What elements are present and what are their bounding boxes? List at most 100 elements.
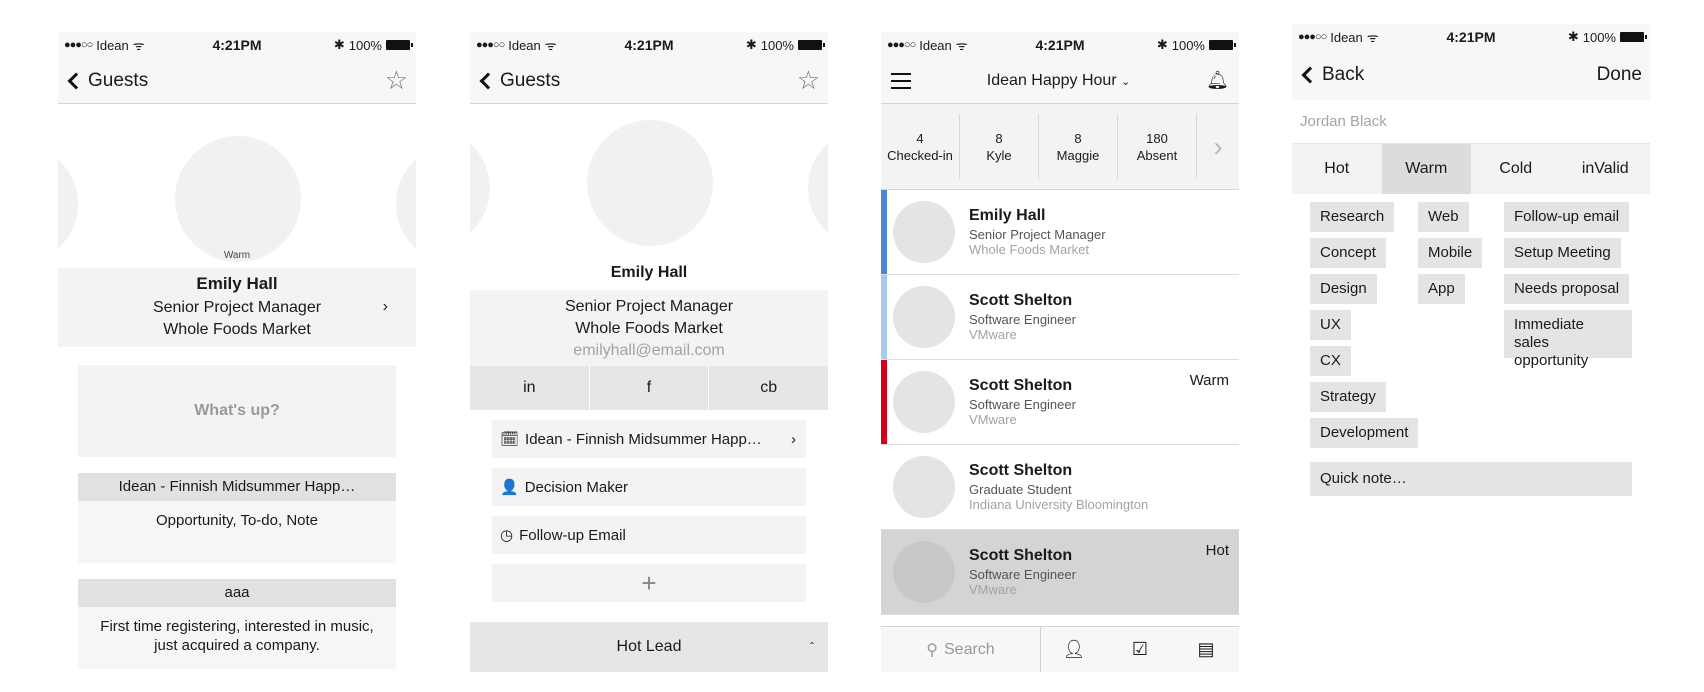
chevron-down-icon: ⌄	[1121, 75, 1131, 88]
contact-name-field[interactable]: Jordan Black	[1292, 100, 1650, 144]
guest-company: VMware	[969, 582, 1017, 597]
whats-up-input[interactable]: What's up?	[78, 365, 396, 457]
event-selector[interactable]: Idean Happy Hour ⌄	[911, 72, 1206, 90]
back-label: Guests	[88, 69, 149, 91]
tag-chip[interactable]: Concept	[1310, 238, 1386, 268]
menu-icon[interactable]	[891, 72, 911, 89]
back-button[interactable]: Guests	[478, 70, 560, 92]
tag-chip[interactable]: Research	[1310, 202, 1395, 232]
tagging-screen: ●●●○○ Idean ᯤ 4:21PM ✱ 100% Back Done Jorda…	[1292, 24, 1650, 684]
chevron-right-icon: ›	[382, 298, 388, 315]
avatar-carousel[interactable]	[470, 104, 828, 280]
tag-chip[interactable]: Design	[1310, 274, 1377, 304]
tab-notes[interactable]: ▤	[1173, 639, 1239, 660]
guest-role: Software Engineer	[969, 312, 1076, 327]
tag-chip[interactable]: Development	[1310, 418, 1419, 448]
tag-chip[interactable]: Needs proposal	[1504, 274, 1630, 304]
star-icon[interactable]: ☆	[385, 65, 408, 96]
guest-email[interactable]: emilyhall@email.com	[470, 340, 828, 362]
tag-chip[interactable]: App	[1418, 274, 1465, 304]
event-row[interactable]: 🗓 Idean - Finnish Midsummer Happ… ›	[492, 420, 806, 458]
temperature-tag: Hot	[1205, 542, 1229, 559]
back-button[interactable]: Guests	[66, 70, 148, 92]
done-button[interactable]: Done	[1597, 64, 1642, 86]
temp-invalid[interactable]: inValid	[1561, 144, 1651, 194]
chevron-right-icon[interactable]: ›	[1197, 104, 1239, 189]
event-title: Idean Happy Hour	[986, 71, 1117, 89]
temperature-segmented-control: Hot Warm Cold inValid	[1292, 144, 1650, 194]
followup-row-label: Follow-up Email	[519, 526, 626, 544]
back-button[interactable]: Back	[1300, 64, 1364, 86]
avatar-next[interactable]	[808, 128, 828, 248]
battery-percent: 100%	[1171, 37, 1205, 53]
quick-note-input[interactable]: Quick note…	[1310, 462, 1632, 496]
tag-chip[interactable]: CX	[1310, 346, 1351, 376]
role-row[interactable]: 👤 Decision Maker	[492, 468, 806, 506]
wifi-icon: ᯤ	[544, 38, 557, 53]
add-item-button[interactable]: +	[492, 564, 806, 602]
guest-company: Whole Foods Market	[163, 321, 311, 338]
followup-row[interactable]: ◷ Follow-up Email	[492, 516, 806, 554]
guest-row[interactable]: Emily Hall Senior Project Manager Whole Fo…	[881, 190, 1239, 275]
facebook-button[interactable]: f	[590, 366, 710, 410]
tag-chip[interactable]: Follow-up email	[1504, 202, 1630, 232]
guest-row[interactable]: Scott Shelton Software Engineer VMware	[881, 275, 1239, 360]
tag-chip[interactable]: Immediate sales opportunity	[1504, 310, 1632, 369]
checkbox-icon: ☑	[1131, 639, 1149, 659]
temp-warm[interactable]: Warm	[1381, 144, 1471, 194]
avatar-carousel[interactable]: Warm	[58, 104, 416, 264]
guest-info: Senior Project Manager Whole Foods Marke…	[470, 290, 828, 366]
crunchbase-button[interactable]: cb	[709, 366, 828, 410]
stat-kyle[interactable]: 8 Kyle	[960, 114, 1039, 179]
tag-chip[interactable]: Strategy	[1310, 382, 1386, 412]
tab-people[interactable]: 👤︎	[1041, 639, 1107, 660]
temp-hot[interactable]: Hot	[1292, 144, 1382, 194]
search-label: Search	[944, 640, 995, 658]
nav-bar: Back Done	[1292, 50, 1650, 100]
stat-checked-in[interactable]: 4 Checked-in	[881, 114, 960, 179]
guest-name: Scott Shelton	[969, 292, 1073, 309]
bluetooth-icon: ✱	[1156, 37, 1168, 52]
guest-role: Graduate Student	[969, 482, 1072, 497]
tag-chip[interactable]: Setup Meeting	[1504, 238, 1621, 268]
calendar-icon: 🗓	[500, 431, 520, 448]
search-input[interactable]: ⚲ Search	[881, 627, 1041, 672]
stat-maggie[interactable]: 8 Maggie	[1039, 114, 1118, 179]
bluetooth-icon: ✱	[1567, 29, 1579, 44]
chevron-left-icon	[479, 72, 497, 89]
tag-chip[interactable]: UX	[1310, 310, 1351, 340]
avatar-previous[interactable]	[470, 128, 490, 248]
guest-list-screen: ●●●○○ Idean ᯤ 4:21PM ✱ 100% Idean Happy Hou…	[881, 32, 1239, 672]
star-icon[interactable]: ☆	[797, 65, 820, 96]
guest-row[interactable]: Scott Shelton Software Engineer VMware Hot	[881, 530, 1239, 615]
signal-dots: ●●●○○	[64, 39, 93, 51]
lead-status-bar[interactable]: Hot Lead ˆ	[470, 622, 828, 672]
bluetooth-icon: ✱	[333, 37, 345, 52]
status-bar: ●●●○○ Idean ᯤ 4:21PM ✱ 100%	[1292, 24, 1650, 50]
temperature-label: Warm	[223, 250, 251, 261]
temp-cold[interactable]: Cold	[1471, 144, 1561, 194]
event-card[interactable]: Idean - Finnish Midsummer Happ… Opportun…	[78, 473, 396, 563]
search-icon: ⚲	[926, 641, 938, 659]
guest-role: Senior Project Manager	[969, 227, 1106, 242]
note-card[interactable]: aaa First time registering, interested i…	[78, 579, 396, 669]
clock-icon: ◷	[500, 527, 514, 544]
guest-name: Emily Hall	[969, 207, 1046, 224]
tag-chip[interactable]: Web	[1418, 202, 1469, 232]
clock: 4:21PM	[1446, 29, 1496, 45]
avatar-previous[interactable]	[58, 144, 78, 264]
profile-summary[interactable]: Emily Hall Senior Project Manager Whole …	[58, 268, 416, 347]
guest-row[interactable]: Scott Shelton Graduate Student Indiana Uni…	[881, 445, 1239, 530]
tab-tasks[interactable]: ☑	[1107, 639, 1173, 660]
stat-absent[interactable]: 180 Absent	[1118, 114, 1197, 179]
clock: 4:21PM	[624, 37, 674, 53]
stat-value: 4	[916, 130, 924, 146]
tag-chip[interactable]: Mobile	[1418, 238, 1483, 268]
guest-name: Scott Shelton	[969, 547, 1073, 564]
guest-name: Scott Shelton	[969, 377, 1073, 394]
bell-icon[interactable]: 🔔︎	[1206, 70, 1229, 91]
guest-company: VMware	[969, 412, 1017, 427]
guest-row[interactable]: Scott Shelton Software Engineer VMware Warm	[881, 360, 1239, 445]
linkedin-button[interactable]: in	[470, 366, 590, 410]
avatar-next[interactable]	[396, 144, 416, 264]
